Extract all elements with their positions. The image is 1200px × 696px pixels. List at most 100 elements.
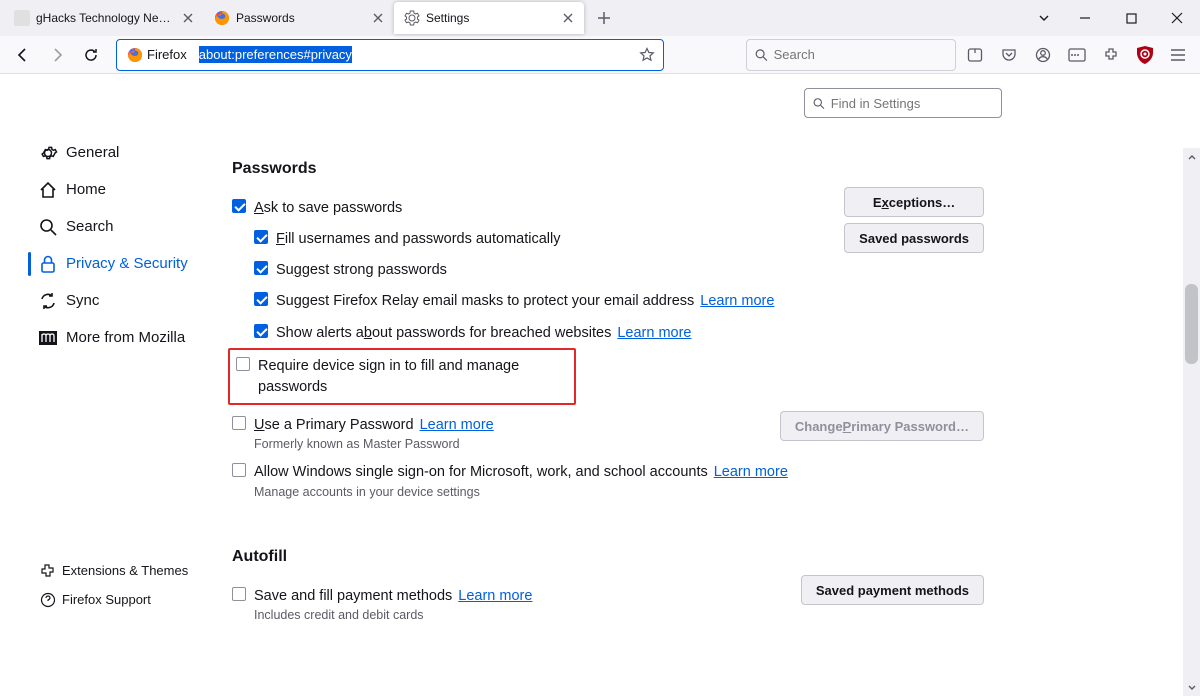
saved-payment-methods-button[interactable]: Saved payment methods — [801, 575, 984, 605]
relay-learn-more-link[interactable]: Learn more — [700, 293, 774, 309]
sidebar-item-label: Search — [66, 218, 114, 235]
sidebar-item-label: Sync — [66, 292, 99, 309]
home-icon — [38, 180, 58, 200]
breach-learn-more-link[interactable]: Learn more — [617, 325, 691, 341]
passwords-heading: Passwords — [232, 160, 1180, 178]
window-controls — [1026, 0, 1200, 36]
change-primary-password-button[interactable]: Change Primary Password… — [780, 411, 984, 441]
mozilla-icon — [38, 328, 58, 348]
scrollbar-thumb[interactable] — [1185, 284, 1198, 364]
url-text: about:preferences#privacy — [199, 47, 633, 62]
reload-button[interactable] — [76, 40, 106, 70]
fill-auto-checkbox[interactable] — [254, 230, 268, 244]
sidebar-item-label: More from Mozilla — [66, 329, 185, 346]
primary-password-label: Use a Primary PasswordLearn more — [254, 417, 494, 433]
autofill-heading: Autofill — [232, 548, 1180, 566]
sidebar-item-label: Privacy & Security — [66, 255, 188, 272]
new-tab-button[interactable] — [590, 4, 618, 32]
pocket-icon[interactable] — [994, 40, 1024, 70]
forward-button[interactable] — [42, 40, 72, 70]
close-icon[interactable] — [560, 10, 576, 26]
minimize-button[interactable] — [1062, 0, 1108, 36]
primary-password-note: Formerly known as Master Password — [254, 437, 494, 451]
identity-label: Firefox — [147, 47, 187, 62]
sidebar-item-home[interactable]: Home — [0, 171, 218, 208]
saved-passwords-button[interactable]: Saved passwords — [844, 223, 984, 253]
search-icon — [813, 97, 825, 110]
sso-note: Manage accounts in your device settings — [254, 485, 788, 499]
fill-auto-label: Fill usernames and passwords automatical… — [276, 229, 561, 249]
primary-password-checkbox[interactable] — [232, 416, 246, 430]
firefox-favicon — [214, 10, 230, 26]
highlighted-option: Require device sign in to fill and manag… — [228, 348, 576, 405]
sidebar-item-sync[interactable]: Sync — [0, 282, 218, 319]
link-label: Firefox Support — [62, 592, 151, 607]
settings-sidebar: General Home Search Privacy & Security S… — [0, 74, 218, 622]
settings-main: Passwords Ask to save passwords Exceptio… — [218, 74, 1200, 622]
account-icon[interactable] — [1028, 40, 1058, 70]
save-fill-payment-label: Save and fill payment methodsLearn more — [254, 588, 532, 604]
extensions-themes-link[interactable]: Extensions & Themes — [0, 556, 218, 585]
suggest-strong-checkbox[interactable] — [254, 261, 268, 275]
bookmark-star-icon[interactable] — [639, 47, 655, 63]
tab-ghacks[interactable]: gHacks Technology News and Advic — [4, 2, 204, 34]
find-in-settings[interactable] — [804, 88, 1002, 118]
exceptions-button[interactable]: Exceptions… — [844, 187, 984, 217]
back-button[interactable] — [8, 40, 38, 70]
puzzle-icon — [40, 563, 56, 579]
relay-masks-label: Suggest Firefox Relay email masks to pro… — [276, 291, 774, 311]
ask-save-passwords-checkbox[interactable] — [232, 199, 246, 213]
keepass-icon[interactable] — [1062, 40, 1092, 70]
close-window-button[interactable] — [1154, 0, 1200, 36]
ublock-icon[interactable] — [1130, 40, 1160, 70]
navigation-toolbar: Firefox about:preferences#privacy — [0, 36, 1200, 74]
scroll-down-arrow[interactable] — [1183, 679, 1200, 696]
sso-learn-more-link[interactable]: Learn more — [714, 464, 788, 480]
primary-pw-learn-more-link[interactable]: Learn more — [420, 417, 494, 433]
sso-checkbox[interactable] — [232, 463, 246, 477]
suggest-strong-label: Suggest strong passwords — [276, 260, 447, 280]
close-icon[interactable] — [180, 10, 196, 26]
sidebar-item-privacy[interactable]: Privacy & Security — [0, 245, 218, 282]
breach-alerts-label: Show alerts about passwords for breached… — [276, 323, 691, 343]
sidebar-item-more[interactable]: More from Mozilla — [0, 319, 218, 356]
device-signin-passwords-checkbox[interactable] — [236, 357, 250, 371]
search-icon — [755, 48, 768, 62]
settings-content: General Home Search Privacy & Security S… — [0, 74, 1200, 622]
tab-passwords[interactable]: Passwords — [204, 2, 394, 34]
save-fill-payment-note: Includes credit and debit cards — [254, 608, 532, 622]
tab-title: Passwords — [236, 11, 364, 25]
search-bar[interactable] — [746, 39, 956, 71]
search-input[interactable] — [774, 47, 947, 62]
sidebar-item-general[interactable]: General — [0, 134, 218, 171]
lock-icon — [38, 254, 58, 274]
link-label: Extensions & Themes — [62, 563, 188, 578]
scroll-up-arrow[interactable] — [1183, 148, 1200, 165]
search-icon — [38, 217, 58, 237]
save-to-pocket-icon[interactable] — [960, 40, 990, 70]
ask-save-passwords-label: Ask to save passwords — [254, 198, 402, 218]
relay-masks-checkbox[interactable] — [254, 292, 268, 306]
list-tabs-button[interactable] — [1026, 0, 1062, 36]
tab-settings[interactable]: Settings — [394, 2, 584, 34]
gear-icon — [404, 10, 420, 26]
save-fill-payment-checkbox[interactable] — [232, 587, 246, 601]
device-signin-passwords-label: Require device sign in to fill and manag… — [258, 356, 568, 397]
tab-title: Settings — [426, 11, 554, 25]
maximize-button[interactable] — [1108, 0, 1154, 36]
vertical-scrollbar[interactable] — [1183, 148, 1200, 696]
find-input[interactable] — [831, 96, 993, 111]
sidebar-item-label: General — [66, 144, 119, 161]
extensions-icon[interactable] — [1096, 40, 1126, 70]
tab-title: gHacks Technology News and Advic — [36, 11, 174, 25]
url-bar[interactable]: Firefox about:preferences#privacy — [116, 39, 664, 71]
identity-box[interactable]: Firefox — [123, 45, 193, 65]
firefox-favicon — [127, 47, 143, 63]
sidebar-item-search[interactable]: Search — [0, 208, 218, 245]
tab-bar: gHacks Technology News and Advic Passwor… — [0, 0, 1200, 36]
payment-learn-more-link[interactable]: Learn more — [458, 588, 532, 604]
close-icon[interactable] — [370, 10, 386, 26]
breach-alerts-checkbox[interactable] — [254, 324, 268, 338]
firefox-support-link[interactable]: Firefox Support — [0, 585, 218, 614]
app-menu-button[interactable] — [1164, 40, 1192, 70]
